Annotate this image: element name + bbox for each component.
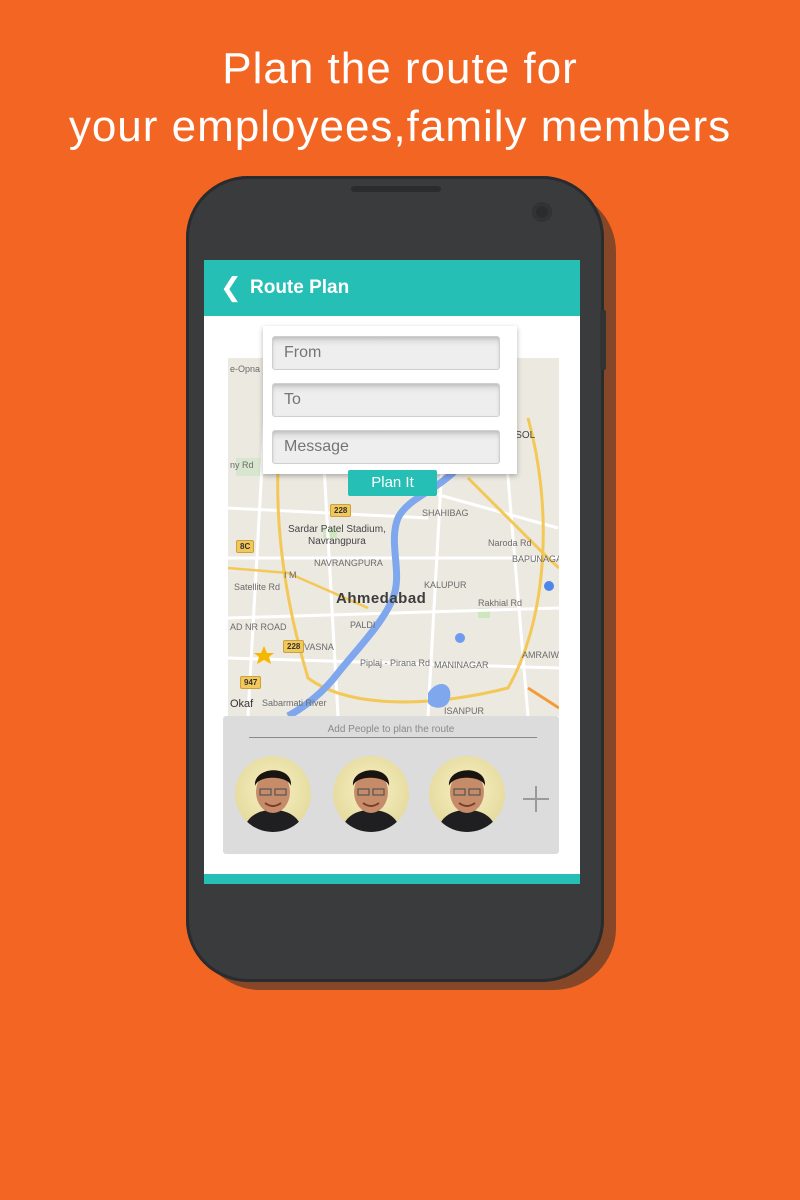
map-label: I M: [284, 570, 297, 580]
promo-headline: Plan the route for your employees,family…: [0, 40, 800, 156]
route-shield: 228: [330, 504, 352, 517]
bottom-accent-bar: [204, 874, 580, 884]
avatar[interactable]: [235, 756, 311, 832]
avatar-portrait: [437, 770, 497, 832]
map-label: SHAHIBAG: [422, 508, 469, 518]
promo-line-1: Plan the route for: [222, 44, 578, 93]
route-form: [263, 326, 517, 474]
map-label: Okaf: [230, 698, 254, 710]
route-shield: 947: [240, 676, 262, 689]
map-label: Sabarmati River: [262, 698, 327, 708]
map-label: Sardar Patel Stadium,: [288, 524, 386, 535]
map-label: Navrangpura: [308, 536, 366, 547]
avatar-portrait: [341, 770, 401, 832]
map-label: ISANPUR: [444, 706, 485, 716]
map-label: Satellite Rd: [234, 582, 281, 592]
route-shield: 8C: [236, 540, 255, 553]
promo-line-2: your employees,family members: [68, 102, 732, 151]
from-field[interactable]: [272, 336, 500, 370]
map-label: NAVRANGPURA: [314, 558, 383, 568]
map-label: AD NR ROAD: [230, 622, 287, 632]
divider: [249, 737, 537, 738]
map-label: BAPUNAGAR: [512, 554, 559, 564]
map-label: e-Opna: [230, 364, 261, 374]
camera-icon: [532, 202, 552, 222]
map-city-label: Ahmedabad: [336, 590, 427, 607]
message-field[interactable]: [272, 430, 500, 464]
people-panel: Add People to plan the route: [223, 716, 559, 854]
phone-side-button: [600, 310, 606, 370]
speaker-grille: [351, 186, 441, 192]
plus-icon[interactable]: [523, 786, 549, 812]
people-hint: Add People to plan the route: [327, 724, 455, 735]
page-title: Route Plan: [250, 277, 350, 298]
map-label: VASNA: [304, 642, 334, 652]
avatar[interactable]: [429, 756, 505, 832]
avatar-portrait: [243, 770, 303, 832]
map-label: ny Rd: [230, 460, 254, 470]
map-label: PALDI: [350, 620, 376, 630]
plan-it-button[interactable]: Plan It: [348, 470, 437, 496]
route-shield: 228: [283, 640, 305, 653]
app-screen: ❮ Route Plan 228 8C 228 947 Sardar Patel…: [204, 260, 580, 884]
chevron-left-icon[interactable]: ❮: [220, 272, 242, 302]
app-bar: ❮ Route Plan: [204, 260, 580, 316]
map-label: MANINAGAR: [434, 660, 489, 670]
avatar[interactable]: [333, 756, 409, 832]
map-label: AMRAIWA: [522, 650, 559, 660]
map-label: Naroda Rd: [488, 538, 532, 548]
map-label: KALUPUR: [424, 580, 467, 590]
map-label: Piplaj - Pirana Rd: [360, 658, 431, 668]
map-label: Rakhial Rd: [478, 598, 523, 608]
to-field[interactable]: [272, 383, 500, 417]
